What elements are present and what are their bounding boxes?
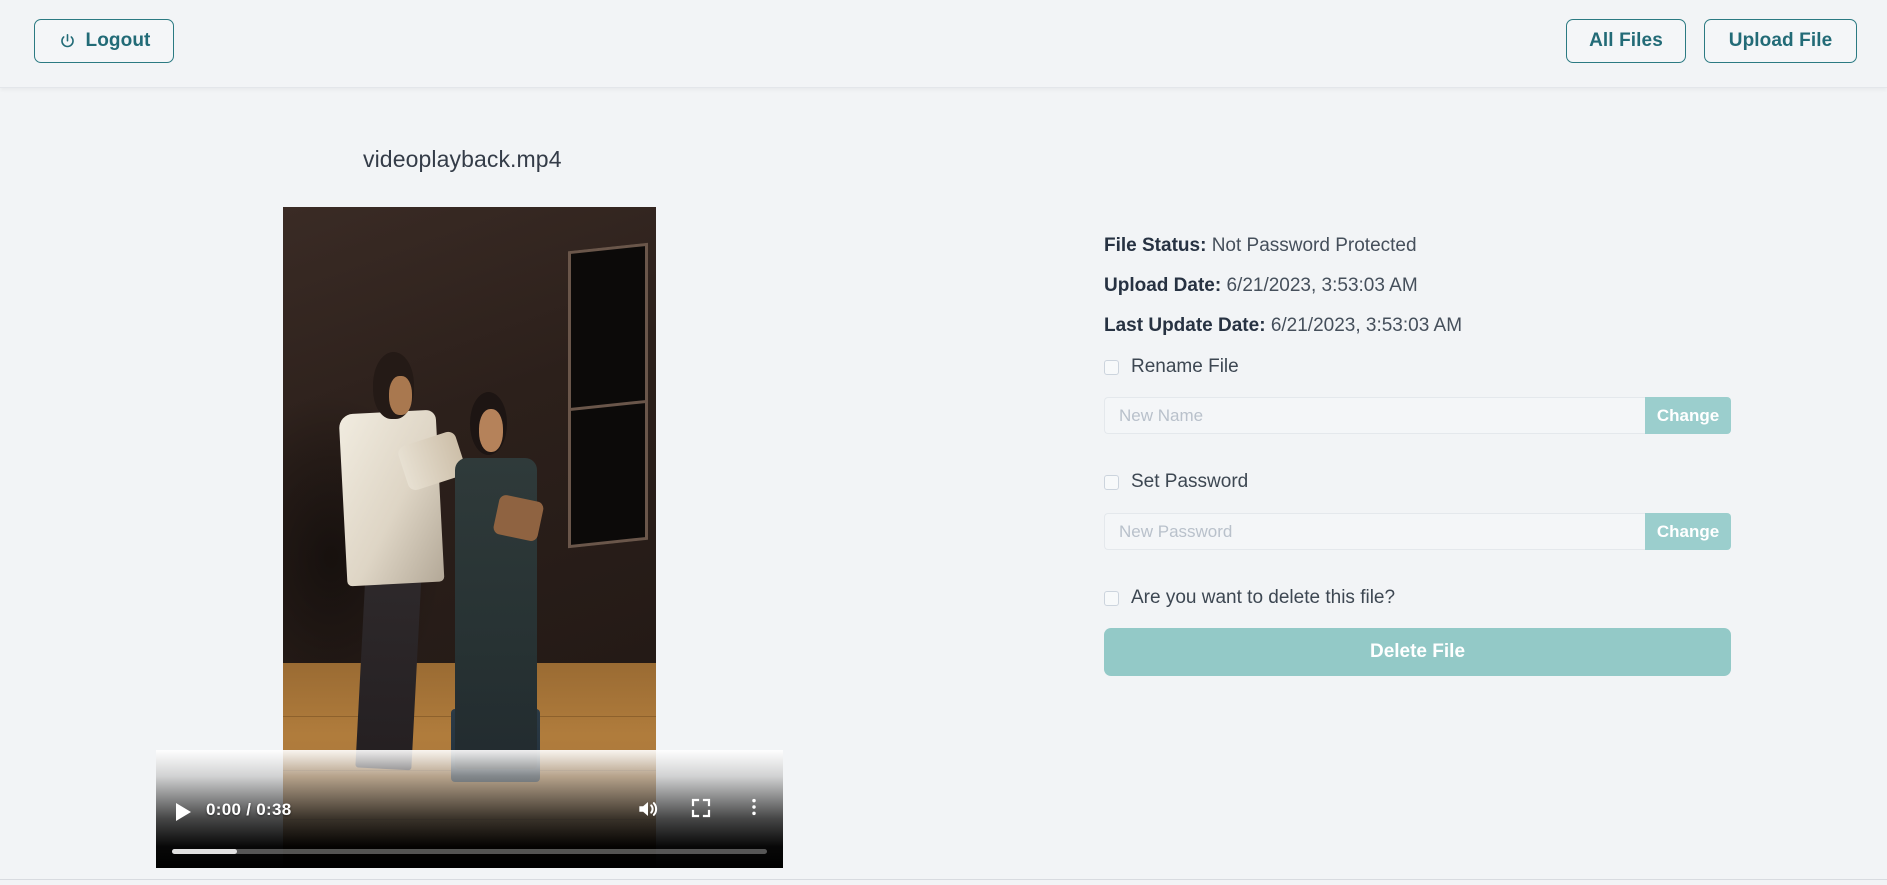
delete-confirm-checkbox[interactable] (1104, 590, 1119, 606)
video-player[interactable]: 0:00 / 0:38 (156, 207, 783, 868)
video-controls-right (635, 796, 769, 822)
video-scene-person-left-torso (338, 409, 445, 587)
rename-change-button[interactable]: Change (1645, 397, 1731, 434)
kebab-menu-icon[interactable] (743, 796, 769, 822)
power-icon (58, 32, 77, 51)
file-status-value: Not Password Protected (1211, 235, 1417, 256)
video-scene-window (568, 242, 648, 548)
video-scene-person-left-face (389, 375, 412, 416)
new-name-input[interactable] (1104, 397, 1645, 434)
logout-label: Logout (85, 30, 151, 51)
upload-file-label: Upload File (1728, 30, 1833, 51)
set-password-checkbox-row[interactable]: Set Password (1104, 471, 1248, 493)
delete-confirm-label: Are you want to delete this file? (1131, 587, 1396, 608)
upload-date-row: Upload Date: 6/21/2023, 3:53:03 AM (1104, 275, 1418, 297)
all-files-button[interactable]: All Files (1566, 19, 1686, 63)
set-password-checkbox[interactable] (1104, 474, 1119, 490)
last-update-date-value: 6/21/2023, 3:53:03 AM (1270, 315, 1463, 336)
volume-on-icon[interactable] (635, 796, 661, 822)
rename-file-input-group: Change (1104, 397, 1731, 434)
rename-file-label: Rename File (1131, 356, 1239, 377)
last-update-date-label: Last Update Date: (1104, 315, 1266, 336)
video-controls-row: 0:00 / 0:38 (156, 794, 783, 828)
set-password-input-group: Change (1104, 513, 1731, 550)
file-name-title: videoplayback.mp4 (363, 146, 562, 172)
file-status-label: File Status: (1104, 235, 1207, 256)
video-controls: 0:00 / 0:38 (156, 750, 783, 868)
video-progress-bar[interactable] (172, 849, 767, 854)
video-scene-person-right-face (478, 408, 504, 452)
play-icon[interactable] (170, 799, 196, 825)
upload-date-value: 6/21/2023, 3:53:03 AM (1226, 275, 1418, 296)
set-password-label: Set Password (1131, 471, 1249, 492)
video-scene-window-bar (571, 399, 645, 411)
password-change-button[interactable]: Change (1645, 513, 1731, 550)
app-header: Logout All Files Upload File (0, 0, 1887, 88)
file-status-row: File Status: Not Password Protected (1104, 235, 1417, 257)
upload-file-button[interactable]: Upload File (1704, 19, 1857, 63)
last-update-date-row: Last Update Date: 6/21/2023, 3:53:03 AM (1104, 315, 1462, 337)
upload-date-label: Upload Date: (1104, 275, 1222, 296)
delete-confirm-checkbox-row[interactable]: Are you want to delete this file? (1104, 587, 1395, 609)
page-bottom-divider (0, 879, 1887, 880)
rename-file-checkbox-row[interactable]: Rename File (1104, 356, 1239, 378)
video-time-display: 0:00 / 0:38 (206, 800, 292, 819)
rename-file-checkbox[interactable] (1104, 359, 1119, 375)
logout-button[interactable]: Logout (34, 19, 174, 63)
main-content: videoplayback.mp4 0:00 / 0:38 File Statu… (0, 89, 1887, 885)
fullscreen-icon[interactable] (689, 796, 715, 822)
video-progress-buffered (172, 849, 238, 854)
all-files-label: All Files (1589, 30, 1663, 51)
new-password-input[interactable] (1104, 513, 1645, 550)
delete-file-button[interactable]: Delete File (1104, 628, 1731, 676)
